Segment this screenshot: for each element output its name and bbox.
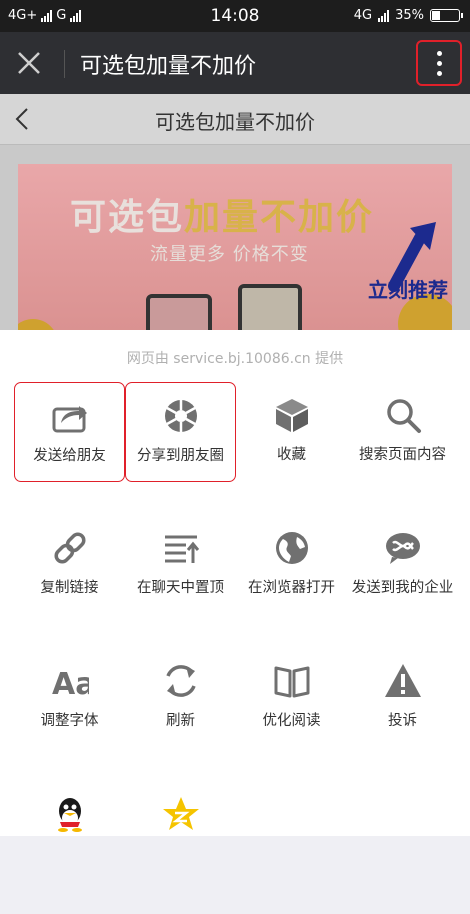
banner-headline-white: 可选包 — [70, 197, 185, 238]
banner-headline: 可选包加量不加价 — [70, 188, 374, 240]
pin-to-top-label: 在聊天中置顶 — [137, 580, 224, 596]
signal-icon-3 — [378, 9, 390, 22]
status-right: 4G 35% — [353, 8, 463, 23]
adjust-font-button[interactable]: Aa 调整字体 — [14, 648, 125, 748]
pin-to-top-button[interactable]: 在聊天中置顶 — [125, 515, 236, 615]
font-icon: Aa — [51, 662, 89, 700]
share-icon — [51, 397, 89, 435]
refresh-icon — [162, 662, 200, 700]
share-to-moments-button[interactable]: 分享到朋友圈 — [125, 382, 236, 482]
device-illustration — [238, 284, 302, 330]
open-in-browser-label: 在浏览器打开 — [248, 580, 335, 596]
moments-icon — [162, 397, 200, 435]
share-sheet: 网页由 service.bj.10086.cn 提供 发送给朋友 分享到朋友圈 … — [0, 330, 470, 836]
status-bar: 4G+ G 14:08 4G 35% — [0, 0, 470, 32]
optimize-reading-label: 优化阅读 — [262, 713, 321, 729]
link-icon — [51, 529, 89, 567]
webpage-content: 可选包加量不加价 可选包加量不加价 流量更多 价格不变 立刻推荐 — [0, 94, 470, 330]
battery-percent: 35% — [395, 8, 424, 23]
qq-icon — [51, 795, 89, 833]
router-illustration — [146, 294, 212, 330]
send-to-friend-label: 发送给朋友 — [33, 448, 106, 464]
open-in-browser-button[interactable]: 在浏览器打开 — [236, 515, 347, 615]
share-to-qzone-button[interactable] — [125, 781, 236, 881]
provider-text: 网页由 service.bj.10086.cn 提供 — [126, 351, 344, 367]
page-nav-title: 可选包加量不加价 — [155, 110, 315, 134]
copy-link-button[interactable]: 复制链接 — [14, 515, 125, 615]
battery-icon — [430, 9, 463, 22]
svg-text:Aa: Aa — [52, 667, 89, 700]
banner-headline-yellow: 加量不加价 — [184, 197, 375, 238]
webview-titlebar: 可选包加量不加价 — [0, 32, 470, 94]
banner-subtitle: 流量更多 价格不变 — [150, 244, 309, 265]
decor-circle — [18, 319, 58, 330]
send-to-enterprise-label: 发送到我的企业 — [351, 580, 454, 596]
favorite-button[interactable]: 收藏 — [236, 382, 347, 482]
qzone-icon — [162, 795, 200, 833]
search-icon — [384, 396, 422, 434]
copy-link-label: 复制链接 — [40, 580, 99, 596]
adjust-font-label: 调整字体 — [40, 713, 99, 729]
search-page-label: 搜索页面内容 — [359, 447, 446, 463]
send-to-friend-button[interactable]: 发送给朋友 — [14, 382, 125, 482]
favorite-cube-icon — [273, 396, 311, 434]
refresh-label: 刷新 — [166, 713, 195, 729]
book-icon — [273, 662, 311, 700]
share-grid: 发送给朋友 分享到朋友圈 收藏 搜索页面内容 复制链接 在聊天中置顶 在浏览器打… — [14, 382, 458, 914]
warning-icon — [384, 662, 422, 700]
more-menu-button[interactable] — [416, 40, 462, 86]
enterprise-chat-icon — [384, 529, 422, 567]
page-nav: 可选包加量不加价 — [0, 94, 470, 145]
close-icon[interactable] — [14, 48, 44, 78]
arrow-pointer-icon — [388, 222, 436, 292]
optimize-reading-button[interactable]: 优化阅读 — [236, 648, 347, 748]
report-label: 投诉 — [388, 713, 417, 729]
favorite-label: 收藏 — [277, 447, 306, 463]
titlebar-divider — [64, 50, 65, 78]
page-title: 可选包加量不加价 — [80, 54, 257, 79]
globe-icon — [273, 529, 311, 567]
refresh-button[interactable]: 刷新 — [125, 648, 236, 748]
network-type-3: 4G — [353, 8, 373, 23]
search-page-button[interactable]: 搜索页面内容 — [347, 382, 458, 482]
pin-top-icon — [162, 529, 200, 567]
share-to-moments-label: 分享到朋友圈 — [137, 448, 224, 464]
report-button[interactable]: 投诉 — [347, 648, 458, 748]
share-to-qq-button[interactable] — [14, 781, 125, 881]
send-to-enterprise-button[interactable]: 发送到我的企业 — [347, 515, 458, 615]
